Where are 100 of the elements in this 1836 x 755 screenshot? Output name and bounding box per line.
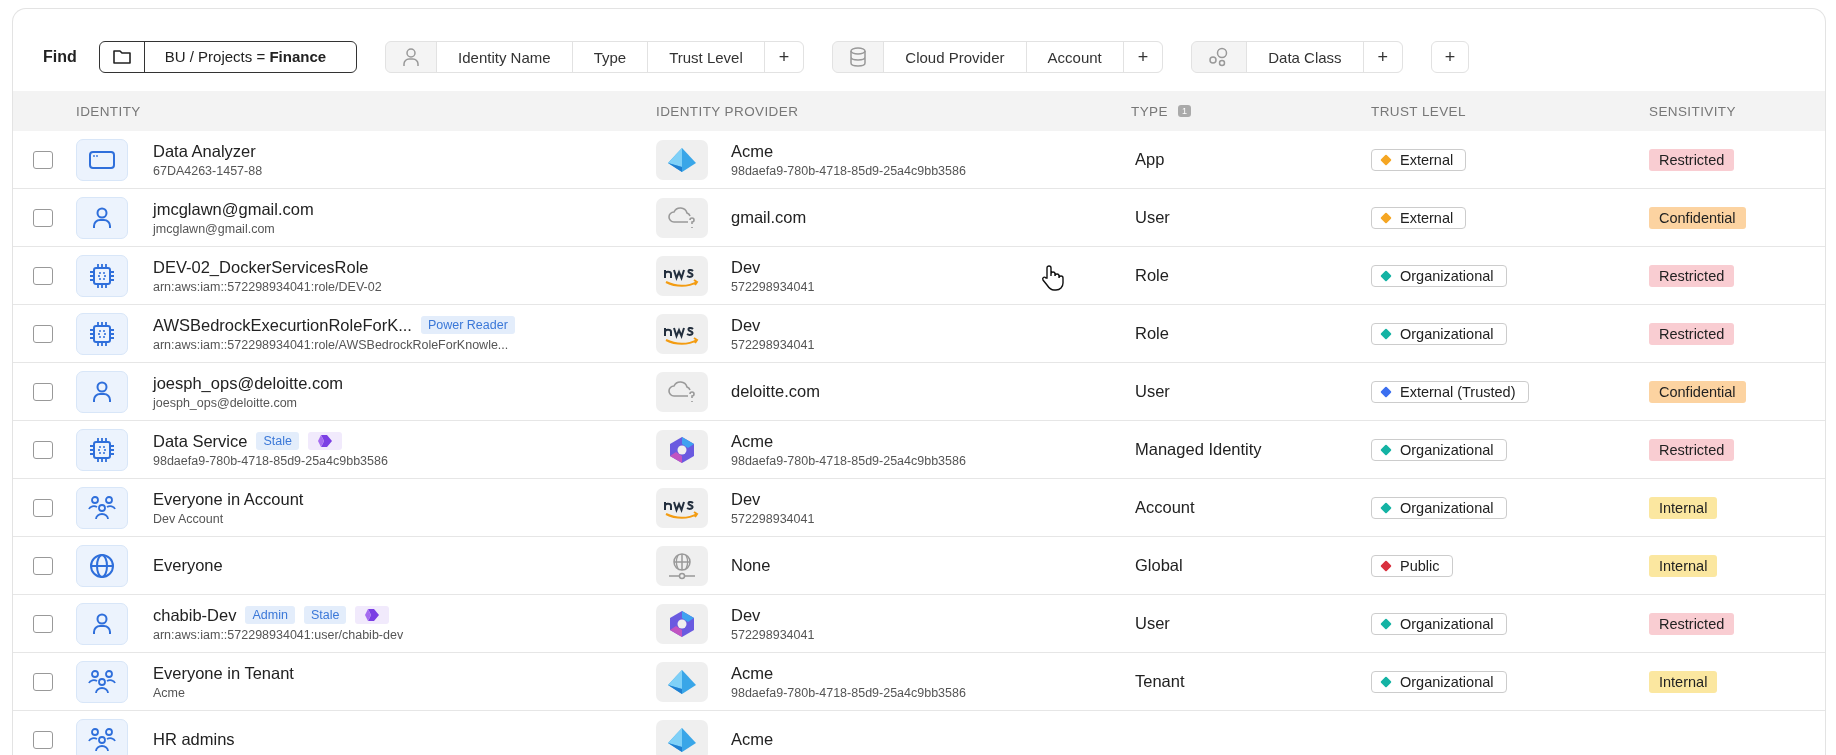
identity-type: User xyxy=(1135,208,1170,227)
identity-detail: arn:aws:iam::572298934041:role/AWSBedrockRoleForKnowle... xyxy=(153,337,509,352)
provider-name: None xyxy=(731,556,771,575)
database-icon xyxy=(849,47,868,67)
identity-name: Everyone in Tenant xyxy=(153,663,294,683)
identity-name: chabib-Dev xyxy=(153,605,237,625)
add-filter-group-button[interactable]: + xyxy=(1431,41,1470,73)
sensitivity-label: Internal xyxy=(1649,496,1718,519)
row-checkbox[interactable] xyxy=(33,730,53,749)
row-checkbox[interactable] xyxy=(33,672,53,691)
column-header: TRUST LEVEL xyxy=(1371,103,1466,119)
people-icon xyxy=(87,668,117,695)
hand-cursor-icon xyxy=(1040,265,1064,291)
sensitivity-label: Restricted xyxy=(1649,322,1735,345)
provider-detail: 98daefa9-780b-4718-85d9-25a4c9bb3586 xyxy=(731,685,966,700)
globe-icon xyxy=(88,551,116,580)
provider-detail: 98daefa9-780b-4718-85d9-25a4c9bb3586 xyxy=(731,453,966,468)
people-icon xyxy=(87,494,117,521)
add-filter-button[interactable]: + xyxy=(1122,42,1163,72)
identity-type: App xyxy=(1135,150,1165,169)
trust-level-chip: External xyxy=(1371,206,1467,229)
identity-detail: 67DA4263-1457-88 xyxy=(153,163,263,178)
pyramid-logo-icon xyxy=(666,146,698,173)
row-checkbox[interactable] xyxy=(33,382,53,401)
person-icon xyxy=(91,379,113,404)
tag-label: Admin xyxy=(245,606,295,624)
row-checkbox[interactable] xyxy=(33,440,53,459)
tag-label: Stale xyxy=(303,606,347,624)
identity-name: jmcglawn@gmail.com xyxy=(153,199,314,219)
sensitivity-label: Restricted xyxy=(1649,438,1735,461)
row-checkbox[interactable] xyxy=(33,208,53,227)
provider-name: Acme xyxy=(731,431,774,451)
sensitivity-label: Confidential xyxy=(1649,206,1746,229)
tag-label: Stale xyxy=(256,432,299,450)
sensitivity-label: Restricted xyxy=(1649,612,1735,635)
sensitivity-label: Restricted xyxy=(1649,148,1735,171)
identity-type: User xyxy=(1135,614,1170,633)
provider-name: Dev xyxy=(731,315,761,335)
row-checkbox[interactable] xyxy=(33,324,53,343)
identity-type: Role xyxy=(1135,266,1169,285)
identity-detail: joesph_ops@deloitte.com xyxy=(153,395,298,410)
chip-icon xyxy=(88,319,116,348)
filter-field[interactable]: Cloud Provider xyxy=(883,42,1026,72)
row-checkbox[interactable] xyxy=(33,614,53,633)
identity-name: Everyone in Account xyxy=(153,489,304,509)
folder-icon xyxy=(111,49,132,65)
pyramid-logo-icon xyxy=(666,726,698,753)
person-icon xyxy=(91,205,113,230)
trust-level-chip: External xyxy=(1371,148,1467,171)
app-window-icon xyxy=(88,148,116,171)
filter-field[interactable]: Identity Name xyxy=(436,42,572,72)
column-header: SENSITIVITY xyxy=(1649,103,1736,119)
identity-detail: Acme xyxy=(153,685,185,700)
provider-name: Dev xyxy=(731,605,761,625)
provider-detail: 572298934041 xyxy=(731,511,815,526)
add-filter-button[interactable]: + xyxy=(1362,42,1403,72)
identity-name: HR admins xyxy=(153,730,235,749)
provider-name: Acme xyxy=(731,141,774,161)
filter-field[interactable]: Account xyxy=(1025,42,1123,72)
hexagon-ring-logo-icon xyxy=(667,608,697,639)
identity-name: Everyone xyxy=(153,556,223,575)
cloud-question-icon xyxy=(666,379,698,404)
trust-level-chip: Organizational xyxy=(1371,322,1507,345)
provider-name: deloitte.com xyxy=(731,382,820,401)
trust-level-chip: Organizational xyxy=(1371,612,1507,635)
identity-detail: arn:aws:iam::572298934041:user/chabib-dev xyxy=(153,627,404,642)
pyramid-logo-icon xyxy=(666,668,698,695)
cloud-question-icon xyxy=(666,205,698,230)
person-icon xyxy=(91,611,113,636)
filter-field[interactable]: Trust Level xyxy=(647,42,764,72)
provider-detail: 98daefa9-780b-4718-85d9-25a4c9bb3586 xyxy=(731,163,966,178)
provider-name: Acme xyxy=(731,730,774,749)
row-checkbox[interactable] xyxy=(33,556,53,575)
add-filter-button[interactable]: + xyxy=(763,42,804,72)
identity-type: Account xyxy=(1135,498,1195,517)
chip-icon xyxy=(88,261,116,290)
chip-icon xyxy=(88,435,116,464)
provider-detail: 572298934041 xyxy=(731,627,815,642)
trust-level-chip: Organizational xyxy=(1371,670,1507,693)
provider-name: Dev xyxy=(731,257,761,277)
trust-level-chip: Organizational xyxy=(1371,438,1507,461)
identity-type: Global xyxy=(1135,556,1183,575)
sensitivity-label: Confidential xyxy=(1649,380,1746,403)
tag-label: Power Reader xyxy=(420,316,515,334)
sensitivity-label: Internal xyxy=(1649,670,1718,693)
provider-name: Acme xyxy=(731,663,774,683)
scope-filter[interactable]: BU / Projects = Finance xyxy=(98,41,358,73)
filter-field[interactable]: Type xyxy=(571,42,648,72)
identity-type: Role xyxy=(1135,324,1169,343)
row-checkbox[interactable] xyxy=(33,150,53,169)
identity-type: Managed Identity xyxy=(1135,440,1262,459)
column-header: IDENTITY xyxy=(76,103,141,119)
filter-field[interactable]: Data Class xyxy=(1246,42,1363,72)
column-header: IDENTITY PROVIDER xyxy=(656,103,799,119)
row-checkbox[interactable] xyxy=(33,498,53,517)
row-checkbox[interactable] xyxy=(33,266,53,285)
identity-type: Tenant xyxy=(1135,672,1185,691)
trust-level-chip: External (Trusted) xyxy=(1371,380,1529,403)
provider-detail: 572298934041 xyxy=(731,337,815,352)
identity-detail: Dev Account xyxy=(153,511,224,526)
